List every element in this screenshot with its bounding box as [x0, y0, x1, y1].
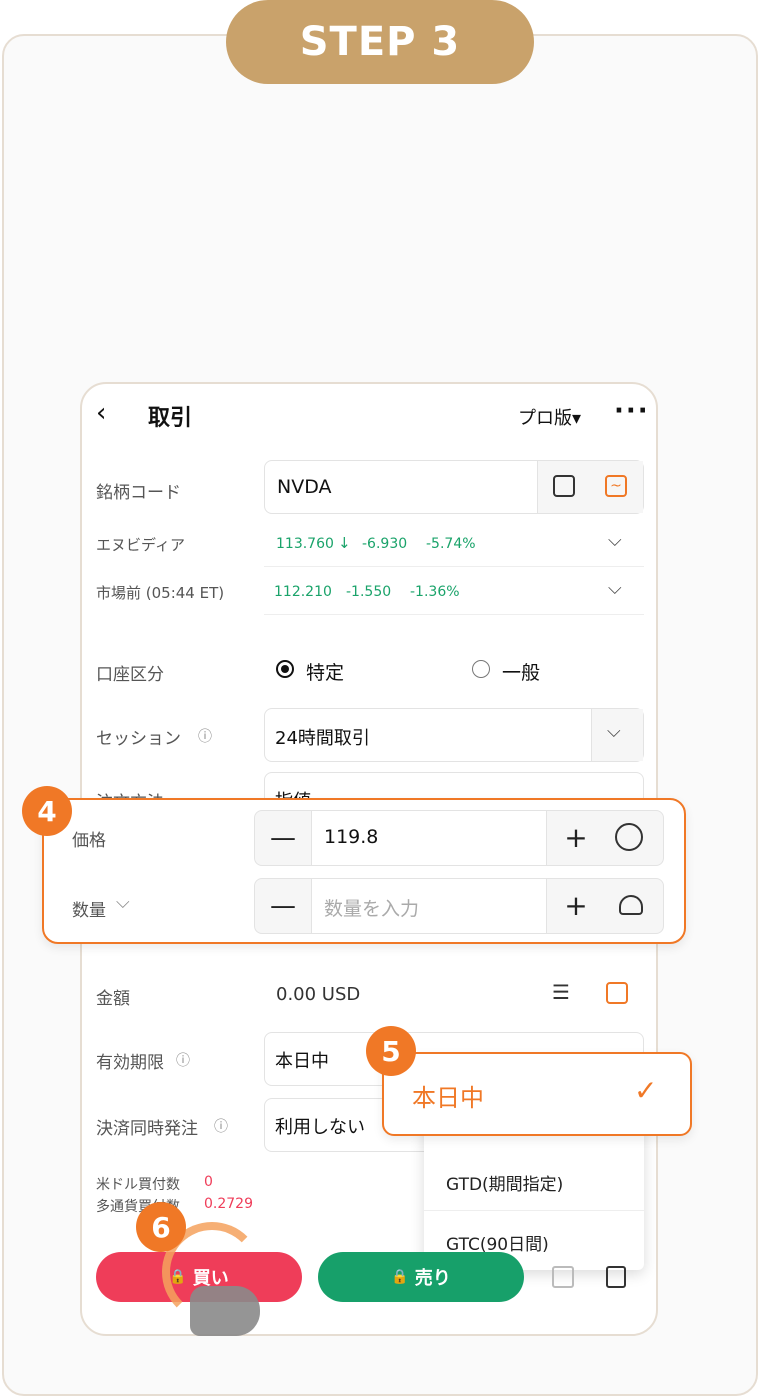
info-icon[interactable]: ⓘ [176, 1050, 190, 1070]
account-label: 口座区分 [96, 665, 164, 685]
back-icon[interactable]: ‹ [96, 400, 106, 426]
speed-gauge-icon[interactable] [619, 895, 643, 915]
session-select[interactable]: 24時間取引 ⌵ [264, 708, 644, 762]
price-label: 価格 [72, 831, 106, 851]
chevron-down-icon: ⌵ [607, 721, 621, 742]
step-badge-5: 5 [366, 1026, 416, 1076]
dropdown-option-gtd[interactable]: GTD(期間指定) [446, 1170, 563, 1195]
usd-buying-label: 米ドル買付数 [96, 1177, 180, 1193]
price-input[interactable]: 119.8 [311, 811, 547, 865]
down-arrow-icon: ↓ [338, 534, 351, 552]
checkmark-icon: ✓ [634, 1074, 658, 1107]
watchlist-icon[interactable] [553, 475, 575, 497]
premarket-change: -1.550 [346, 584, 392, 600]
settle-value: 利用しない [275, 1117, 365, 1138]
pro-version-toggle[interactable]: プロ版▾ [518, 404, 581, 430]
chevron-down-icon[interactable]: ⌵ [116, 892, 130, 913]
calculator-icon[interactable] [606, 982, 628, 1004]
lock-icon: 🔒 [391, 1269, 409, 1285]
session-value: 24時間取引 [275, 728, 370, 749]
info-icon[interactable]: ⓘ [198, 726, 212, 746]
symbol-value: NVDA [277, 476, 332, 498]
symbol-input[interactable]: NVDA ~ [264, 460, 644, 514]
quote-price: 113.760 [276, 536, 334, 552]
sell-label: 売り [414, 1268, 451, 1289]
symbol-label: 銘柄コード [96, 483, 181, 503]
page-title: 取引 [148, 406, 193, 431]
sell-button[interactable]: 🔒 売り [318, 1252, 524, 1302]
order-list-icon[interactable] [606, 1266, 626, 1288]
selected-option: 本日中 [412, 1084, 484, 1112]
session-label: セッション [96, 729, 181, 749]
validity-value: 本日中 [275, 1051, 329, 1072]
usd-buying-value: 0 [204, 1174, 213, 1190]
stock-name: エヌビディア [96, 536, 185, 554]
chevron-down-icon[interactable]: ⌵ [608, 530, 622, 551]
validity-selected-highlight[interactable]: 本日中 ✓ [382, 1052, 692, 1136]
quantity-placeholder: 数量を入力 [324, 898, 420, 920]
quote-change-pct: -5.74% [426, 536, 476, 552]
quantity-stepper: — 数量を入力 + [254, 878, 664, 934]
info-icon[interactable]: ⓘ [214, 1116, 228, 1136]
swap-icon[interactable] [552, 1266, 574, 1288]
step-label: STEP 3 [226, 0, 534, 84]
account-option-ippan[interactable]: 一般 [502, 658, 540, 685]
settle-label: 決済同時発注 [96, 1119, 198, 1139]
premarket-price: 112.210 [274, 584, 332, 600]
more-icon[interactable]: ··· [614, 396, 650, 426]
price-stepper: — 119.8 + [254, 810, 664, 866]
amount-label: 金額 [96, 989, 130, 1009]
chevron-down-icon[interactable]: ⌵ [608, 578, 622, 599]
quantity-input[interactable]: 数量を入力 [311, 879, 547, 933]
step-badge-6: 6 [136, 1202, 186, 1252]
premarket-change-pct: -1.36% [410, 584, 460, 600]
pointing-hand-icon [190, 1286, 260, 1336]
price-quantity-highlight: 価格 — 119.8 + 数量 ⌵ — 数量を入力 + [42, 798, 686, 944]
premarket-label: 市場前 (05:44 ET) [96, 584, 225, 602]
plus-icon[interactable]: + [547, 811, 605, 865]
chart-icon[interactable]: ~ [605, 475, 627, 497]
price-value: 119.8 [324, 826, 379, 848]
quantity-label[interactable]: 数量 [72, 896, 106, 921]
validity-label: 有効期限 [96, 1053, 164, 1073]
step-badge-4: 4 [22, 786, 72, 836]
minus-icon[interactable]: — [255, 879, 311, 933]
radio-selected[interactable] [276, 660, 294, 678]
multi-buying-value: 0.2729 [204, 1196, 253, 1212]
plus-icon[interactable]: + [547, 879, 605, 933]
quote-change: -6.930 [362, 536, 408, 552]
radio-unselected[interactable] [472, 660, 490, 678]
target-icon[interactable] [615, 823, 643, 851]
amount-value: 0.00 USD [276, 984, 361, 1005]
account-option-tokutei[interactable]: 特定 [306, 658, 344, 685]
minus-icon[interactable]: — [255, 811, 311, 865]
settings-sliders-icon[interactable]: ☰ [552, 980, 570, 1004]
